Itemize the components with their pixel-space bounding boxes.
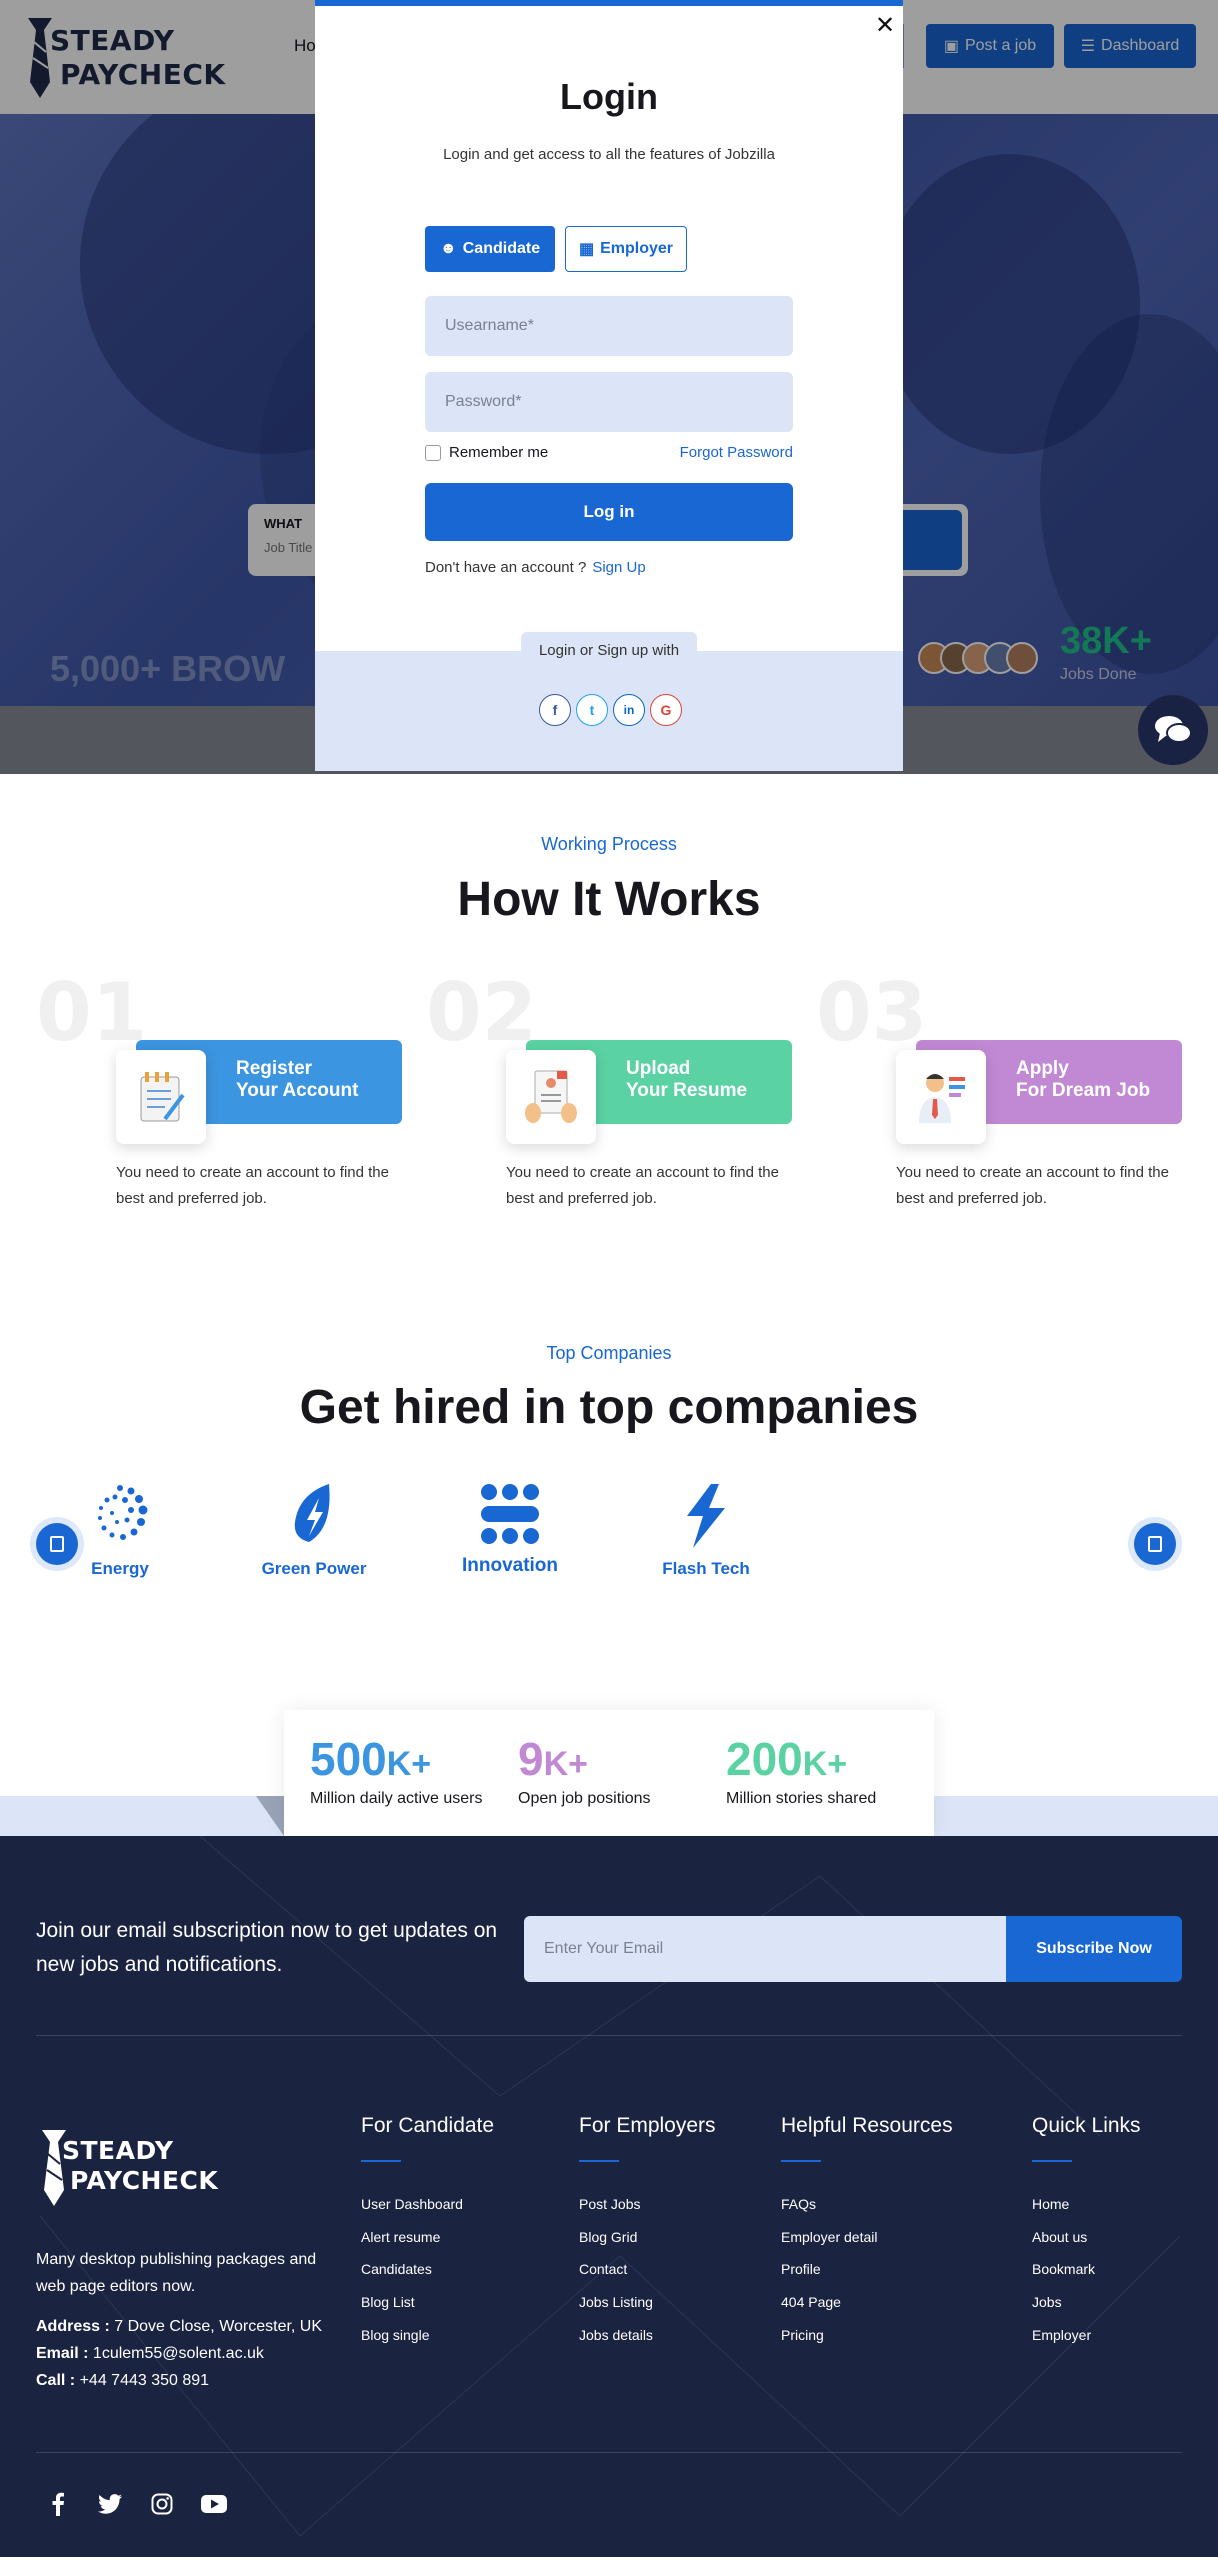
companies-section-label: Top Companies	[546, 1343, 672, 1363]
how-section-title: How It Works	[457, 873, 761, 926]
footer-link[interactable]: Blog Grid	[579, 2229, 637, 2245]
forgot-password-link[interactable]: Forgot Password	[675, 444, 793, 461]
footer-phone: Call : +44 7443 350 891	[36, 2372, 210, 2389]
footer-link[interactable]: About us	[1032, 2229, 1087, 2245]
instagram-icon[interactable]	[148, 2490, 176, 2518]
social-login-label: Login or Sign up with	[521, 632, 697, 668]
companies-section-title: Get hired in top companies	[299, 1381, 919, 1434]
footer-column-title: For Employers	[579, 2114, 716, 2137]
google-icon[interactable]: G	[650, 694, 682, 726]
signup-prompt: Don't have an account ? Sign Up	[425, 559, 646, 576]
footer-link[interactable]: Jobs Listing	[579, 2294, 653, 2310]
stat-value: 500K+	[310, 1733, 432, 1785]
stat-label: Open job positions	[518, 1790, 651, 1807]
site-footer: Join our email subscription now to get u…	[0, 1836, 1218, 2557]
innovation-logo-icon	[481, 1484, 539, 1544]
chat-icon	[1155, 716, 1192, 743]
footer-email: Email : 1culem55@solent.ac.uk	[36, 2345, 264, 2362]
linkedin-icon[interactable]: in	[613, 694, 645, 726]
company-logo-green-power[interactable]: Green Power	[234, 1480, 394, 1600]
step-description: You need to create an account to find th…	[506, 1164, 779, 1207]
notepad-icon	[116, 1050, 206, 1144]
twitter-icon[interactable]: t	[576, 694, 608, 726]
footer-bottom-divider	[36, 2452, 1182, 2453]
footer-link[interactable]: Employer	[1032, 2327, 1091, 2343]
footer-column-title: Quick Links	[1032, 2114, 1141, 2137]
building-icon: ▦	[578, 241, 595, 258]
carousel-next-button[interactable]	[1134, 1523, 1176, 1565]
footer-link[interactable]: Blog single	[361, 2327, 430, 2343]
company-logo-flash-tech[interactable]: Flash Tech	[626, 1480, 786, 1600]
footer-divider	[36, 2035, 1182, 2036]
tab-candidate[interactable]: ☻ Candidate	[425, 226, 555, 272]
how-section-label: Working Process	[541, 834, 677, 854]
footer-link[interactable]: Contact	[579, 2261, 627, 2277]
login-button[interactable]: Log in	[425, 483, 793, 541]
footer-link[interactable]: Pricing	[781, 2327, 824, 2343]
stat-label: Million daily active users	[310, 1790, 483, 1807]
modal-subtitle: Login and get access to all the features…	[443, 146, 775, 163]
footer-link[interactable]: Alert resume	[361, 2229, 440, 2245]
stats-corner	[256, 1796, 284, 1836]
footer-link[interactable]: Home	[1032, 2196, 1069, 2212]
flash-tech-logo-icon	[687, 1484, 725, 1548]
step-description: You need to create an account to find th…	[896, 1164, 1169, 1207]
footer-link[interactable]: Post Jobs	[579, 2196, 640, 2212]
tab-employer[interactable]: ▦ Employer	[565, 226, 687, 272]
footer-link[interactable]: Jobs details	[579, 2327, 653, 2343]
footer-title-underline	[361, 2160, 401, 2162]
footer-title-underline	[781, 2160, 821, 2162]
remember-checkbox[interactable]	[425, 444, 441, 461]
footer-column-title: For Candidate	[361, 2114, 495, 2137]
step-number: 02	[426, 966, 538, 1059]
close-icon[interactable]: ✕	[873, 14, 897, 38]
user-icon: ☻	[439, 240, 457, 257]
stat-value: 200K+	[726, 1733, 848, 1785]
modal-social-area	[315, 651, 903, 771]
stats-box: 500K+ Million daily active users 9K+ Ope…	[284, 1710, 934, 1836]
facebook-icon[interactable]: f	[539, 694, 571, 726]
footer-link[interactable]: Blog List	[361, 2294, 415, 2310]
footer-link[interactable]: User Dashboard	[361, 2196, 463, 2212]
energy-logo-icon	[98, 1485, 148, 1540]
footer-link[interactable]: Jobs	[1032, 2294, 1062, 2310]
footer-link[interactable]: Candidates	[361, 2261, 432, 2277]
footer-address: Address : 7 Dove Close, Worcester, UK	[36, 2318, 323, 2335]
footer-logo[interactable]: STEADY PAYCHECK	[36, 2126, 218, 2212]
remember-me[interactable]: Remember me	[425, 444, 548, 461]
step-number: 03	[816, 966, 928, 1059]
green-power-logo-icon	[294, 1484, 330, 1542]
footer-link[interactable]: Employer detail	[781, 2229, 878, 2245]
username-input[interactable]	[425, 296, 793, 356]
footer-link[interactable]: Bookmark	[1032, 2261, 1095, 2277]
footer-link[interactable]: Profile	[781, 2261, 821, 2277]
youtube-icon[interactable]	[200, 2490, 228, 2518]
password-input[interactable]	[425, 372, 793, 432]
subscribe-text: Join our email subscription now to get u…	[36, 1919, 498, 1976]
step-description: You need to create an account to find th…	[116, 1164, 389, 1207]
job-seeker-icon	[896, 1050, 986, 1144]
company-logo-energy[interactable]: Energy	[40, 1480, 200, 1600]
resume-icon	[506, 1050, 596, 1144]
footer-link[interactable]: 404 Page	[781, 2294, 841, 2310]
facebook-icon[interactable]	[44, 2490, 72, 2518]
stat-value: 9K+	[518, 1733, 589, 1785]
chevron-right-icon	[1148, 1536, 1162, 1552]
step-number: 01	[36, 966, 148, 1059]
stat-label: Million stories shared	[726, 1790, 877, 1807]
signup-link[interactable]: Sign Up	[592, 559, 645, 576]
subscribe-button[interactable]: Subscribe Now	[1006, 1916, 1182, 1982]
twitter-icon[interactable]	[96, 2490, 124, 2518]
company-logo-innovation[interactable]: Innovation	[430, 1480, 590, 1600]
footer-title-underline	[1032, 2160, 1072, 2162]
chat-button[interactable]	[1138, 695, 1208, 765]
footer-title-underline	[579, 2160, 619, 2162]
subscribe-email-input[interactable]	[524, 1916, 1006, 1982]
footer-link[interactable]: FAQs	[781, 2196, 816, 2212]
login-modal: ✕ Login Login and get access to all the …	[315, 0, 903, 771]
footer-column-title: Helpful Resources	[781, 2114, 953, 2137]
modal-title: Login	[560, 76, 658, 117]
footer-about: Many desktop publishing packages and web…	[36, 2251, 317, 2295]
